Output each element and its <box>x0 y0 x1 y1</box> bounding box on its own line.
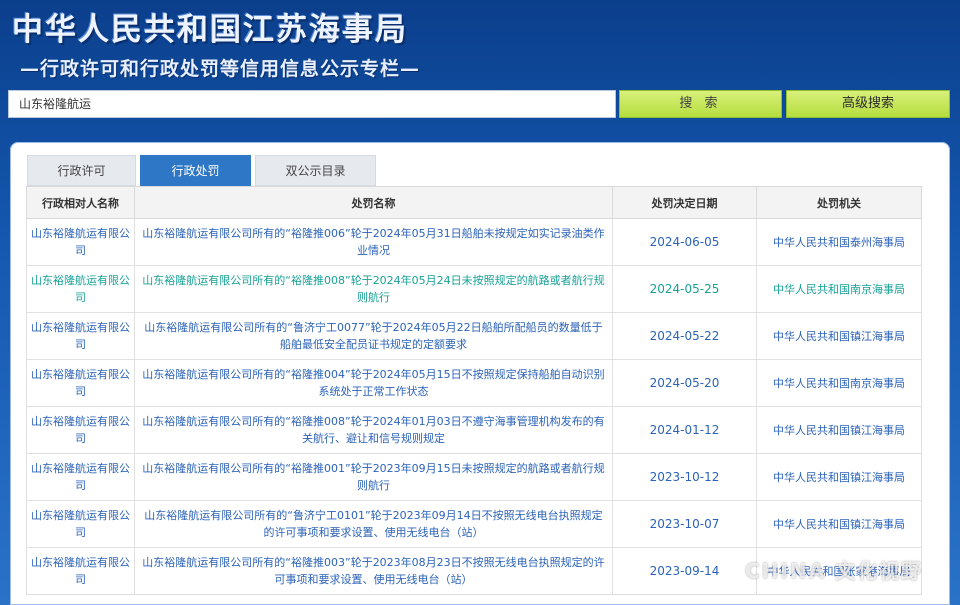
cell-party[interactable]: 山东裕隆航运有限公司 <box>26 453 135 501</box>
cell-agency[interactable]: 中华人民共和国镇江海事局 <box>756 500 922 548</box>
column-header-party: 行政相对人名称 <box>26 186 135 219</box>
penalty-table: 行政相对人名称 处罚名称 处罚决定日期 处罚机关 山东裕隆航运有限公司 山东裕隆… <box>26 186 922 595</box>
cell-date[interactable]: 2024-01-12 <box>612 406 757 454</box>
column-header-decision-date: 处罚决定日期 <box>612 186 757 219</box>
tab-administrative-penalty[interactable]: 行政处罚 <box>140 155 251 186</box>
table-row[interactable]: 山东裕隆航运有限公司 山东裕隆航运有限公司所有的“裕隆推006”轮于2024年0… <box>26 218 922 266</box>
cell-penalty-name[interactable]: 山东裕隆航运有限公司所有的“裕隆推004”轮于2024年05月15日不按照规定保… <box>134 359 613 407</box>
cell-penalty-name[interactable]: 山东裕隆航运有限公司所有的“裕隆推008”轮于2024年01月03日不遵守海事管… <box>134 406 613 454</box>
cell-party[interactable]: 山东裕隆航运有限公司 <box>26 218 135 266</box>
cell-date[interactable]: 2024-05-25 <box>612 265 757 313</box>
cell-party[interactable]: 山东裕隆航运有限公司 <box>26 312 135 360</box>
cell-date[interactable]: 2023-10-07 <box>612 500 757 548</box>
cell-agency[interactable]: 中华人民共和国镇江海事局 <box>756 312 922 360</box>
table-row[interactable]: 山东裕隆航运有限公司 山东裕隆航运有限公司所有的“裕隆推004”轮于2024年0… <box>26 359 922 407</box>
cell-party[interactable]: 山东裕隆航运有限公司 <box>26 406 135 454</box>
cell-agency[interactable]: 中华人民共和国镇江海事局 <box>756 406 922 454</box>
cell-penalty-name[interactable]: 山东裕隆航运有限公司所有的“裕隆推003”轮于2023年08月23日不按照无线电… <box>134 547 613 595</box>
cell-penalty-name[interactable]: 山东裕隆航运有限公司所有的“鲁济宁工0101”轮于2023年09月14日不按照无… <box>134 500 613 548</box>
column-header-agency: 处罚机关 <box>756 186 922 219</box>
table-row[interactable]: 山东裕隆航运有限公司 山东裕隆航运有限公司所有的“鲁济宁工0077”轮于2024… <box>26 312 922 360</box>
cell-party[interactable]: 山东裕隆航运有限公司 <box>26 500 135 548</box>
table-header-row: 行政相对人名称 处罚名称 处罚决定日期 处罚机关 <box>26 186 922 219</box>
cell-agency[interactable]: 中华人民共和国南京海事局 <box>756 359 922 407</box>
cell-agency[interactable]: 中华人民共和国南京海事局 <box>756 265 922 313</box>
cell-penalty-name[interactable]: 山东裕隆航运有限公司所有的“裕隆推001”轮于2023年09月15日未按照规定的… <box>134 453 613 501</box>
cell-date[interactable]: 2024-05-22 <box>612 312 757 360</box>
cell-date[interactable]: 2023-09-14 <box>612 547 757 595</box>
cell-agency[interactable]: 中华人民共和国泰州海事局 <box>756 218 922 266</box>
cell-party[interactable]: 山东裕隆航运有限公司 <box>26 547 135 595</box>
cell-date[interactable]: 2023-10-12 <box>612 453 757 501</box>
cell-party[interactable]: 山东裕隆航运有限公司 <box>26 359 135 407</box>
table-row[interactable]: 山东裕隆航运有限公司 山东裕隆航运有限公司所有的“鲁济宁工0101”轮于2023… <box>26 500 922 548</box>
cell-agency[interactable]: 中华人民共和国镇江海事局 <box>756 453 922 501</box>
search-button[interactable]: 搜 索 <box>619 90 782 118</box>
cell-penalty-name[interactable]: 山东裕隆航运有限公司所有的“鲁济宁工0077”轮于2024年05月22日船舶所配… <box>134 312 613 360</box>
cell-date[interactable]: 2024-06-05 <box>612 218 757 266</box>
site-title: 中华人民共和国江苏海事局 <box>12 12 408 48</box>
tab-administrative-license[interactable]: 行政许可 <box>27 155 136 186</box>
site-subtitle: —行政许可和行政处罚等信用信息公示专栏— <box>20 58 421 80</box>
cell-date[interactable]: 2024-05-20 <box>612 359 757 407</box>
advanced-search-button[interactable]: 高级搜索 <box>786 90 950 118</box>
tab-dual-publicity-catalog[interactable]: 双公示目录 <box>255 155 376 186</box>
watermark: CHINA 文化视野 <box>745 559 924 583</box>
cell-party[interactable]: 山东裕隆航运有限公司 <box>26 265 135 313</box>
table-row[interactable]: 山东裕隆航运有限公司 山东裕隆航运有限公司所有的“裕隆推008”轮于2024年0… <box>26 265 922 313</box>
table-row[interactable]: 山东裕隆航运有限公司 山东裕隆航运有限公司所有的“裕隆推001”轮于2023年0… <box>26 453 922 501</box>
cell-penalty-name[interactable]: 山东裕隆航运有限公司所有的“裕隆推008”轮于2024年05月24日未按照规定的… <box>134 265 613 313</box>
table-row[interactable]: 山东裕隆航运有限公司 山东裕隆航运有限公司所有的“裕隆推008”轮于2024年0… <box>26 406 922 454</box>
column-header-penalty-name: 处罚名称 <box>134 186 613 219</box>
cell-penalty-name[interactable]: 山东裕隆航运有限公司所有的“裕隆推006”轮于2024年05月31日船舶未按规定… <box>134 218 613 266</box>
search-input[interactable]: 山东裕隆航运 <box>8 90 616 118</box>
